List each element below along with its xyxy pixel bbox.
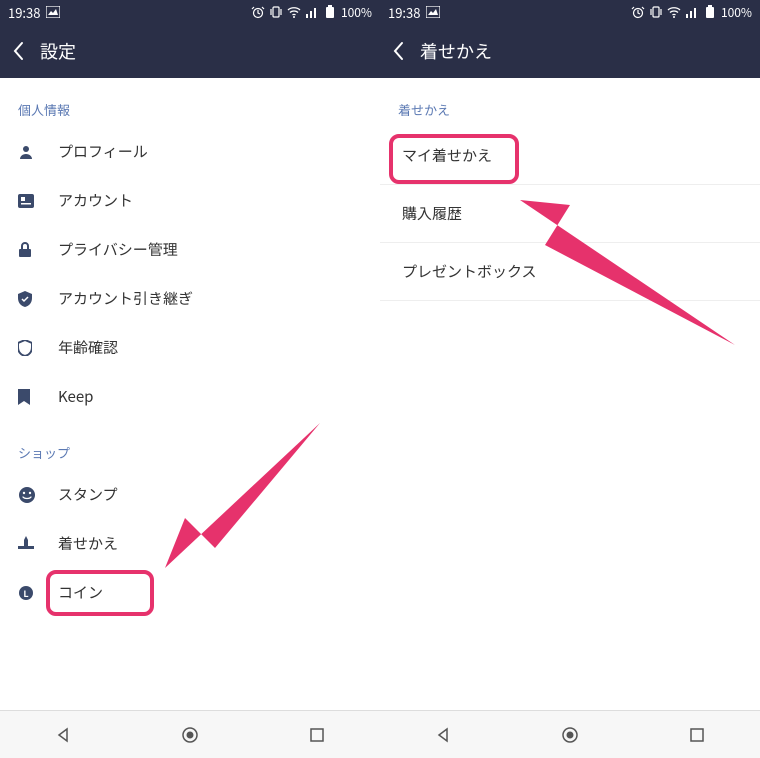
status-bar: 19:38 100% <box>380 0 760 24</box>
menu-age[interactable]: 年齢確認 <box>0 323 380 372</box>
status-time: 19:38 <box>388 3 420 22</box>
battery-icon <box>703 5 717 19</box>
menu-label: 着せかえ <box>58 533 118 554</box>
menu-label: コイン <box>58 582 103 603</box>
menu-account[interactable]: アカウント <box>0 176 380 225</box>
alarm-icon <box>631 5 645 19</box>
battery-text: 100% <box>721 4 752 21</box>
header-title: 設定 <box>40 38 76 64</box>
section-title-shop: ショップ <box>0 421 380 470</box>
menu-label: プレゼントボックス <box>402 261 537 282</box>
menu-label: スタンプ <box>58 484 118 505</box>
wifi-icon <box>287 5 301 19</box>
battery-icon <box>323 5 337 19</box>
picture-icon <box>46 6 60 18</box>
menu-label: マイ着せかえ <box>402 145 492 166</box>
menu-keep[interactable]: Keep <box>0 372 380 421</box>
id-icon <box>18 194 44 208</box>
menu-label: プライバシー管理 <box>58 239 178 260</box>
battery-text: 100% <box>341 4 372 21</box>
signal-icon <box>685 5 699 19</box>
menu-coin[interactable]: L コイン <box>0 568 380 617</box>
menu-label: アカウント引き継ぎ <box>58 288 193 309</box>
nav-home[interactable] <box>180 725 200 745</box>
back-button[interactable] <box>12 41 24 61</box>
menu-label: Keep <box>58 386 93 407</box>
section-title-personal: 個人情報 <box>0 78 380 127</box>
nav-back[interactable] <box>53 725 73 745</box>
menu-label: アカウント <box>58 190 133 211</box>
nav-back[interactable] <box>433 725 453 745</box>
menu-my-theme[interactable]: マイ着せかえ <box>380 127 760 185</box>
status-time: 19:38 <box>8 3 40 22</box>
menu-label: 購入履歴 <box>402 203 462 224</box>
phone-right: 19:38 100% 着せかえ 着せかえ マイ着せかえ 購入履歴 プレゼント <box>380 0 760 758</box>
wifi-icon <box>667 5 681 19</box>
nav-bar <box>0 710 380 758</box>
bookmark-icon <box>18 389 44 405</box>
menu-label: 年齢確認 <box>58 337 118 358</box>
brush-icon <box>18 536 44 552</box>
coin-icon: L <box>18 585 44 601</box>
menu-stamp[interactable]: スタンプ <box>0 470 380 519</box>
menu-transfer[interactable]: アカウント引き継ぎ <box>0 274 380 323</box>
menu-history[interactable]: 購入履歴 <box>380 185 760 243</box>
menu-label: プロフィール <box>58 141 148 162</box>
lock-icon <box>18 242 44 258</box>
alarm-icon <box>251 5 265 19</box>
section-title-theme: 着せかえ <box>380 78 760 127</box>
menu-present[interactable]: プレゼントボックス <box>380 243 760 301</box>
status-bar: 19:38 100% <box>0 0 380 24</box>
signal-icon <box>305 5 319 19</box>
back-button[interactable] <box>392 41 404 61</box>
header: 設定 <box>0 24 380 78</box>
menu-profile[interactable]: プロフィール <box>0 127 380 176</box>
nav-recent[interactable] <box>687 725 707 745</box>
shield-check-icon <box>18 291 44 307</box>
smile-icon <box>18 486 44 504</box>
vibrate-icon <box>649 5 663 19</box>
vibrate-icon <box>269 5 283 19</box>
nav-bar <box>380 710 760 758</box>
menu-privacy[interactable]: プライバシー管理 <box>0 225 380 274</box>
content: 個人情報 プロフィール アカウント プライバシー管理 アカウント引き継ぎ 年齢確… <box>0 78 380 710</box>
content: 着せかえ マイ着せかえ 購入履歴 プレゼントボックス <box>380 78 760 710</box>
phone-left: 19:38 100% 設定 個人情報 プロフィール アカウント <box>0 0 380 758</box>
svg-text:L: L <box>23 587 28 600</box>
header: 着せかえ <box>380 24 760 78</box>
person-icon <box>18 144 44 160</box>
nav-home[interactable] <box>560 725 580 745</box>
menu-theme[interactable]: 着せかえ <box>0 519 380 568</box>
picture-icon <box>426 6 440 18</box>
shield-icon <box>18 340 44 356</box>
nav-recent[interactable] <box>307 725 327 745</box>
header-title: 着せかえ <box>420 38 492 64</box>
